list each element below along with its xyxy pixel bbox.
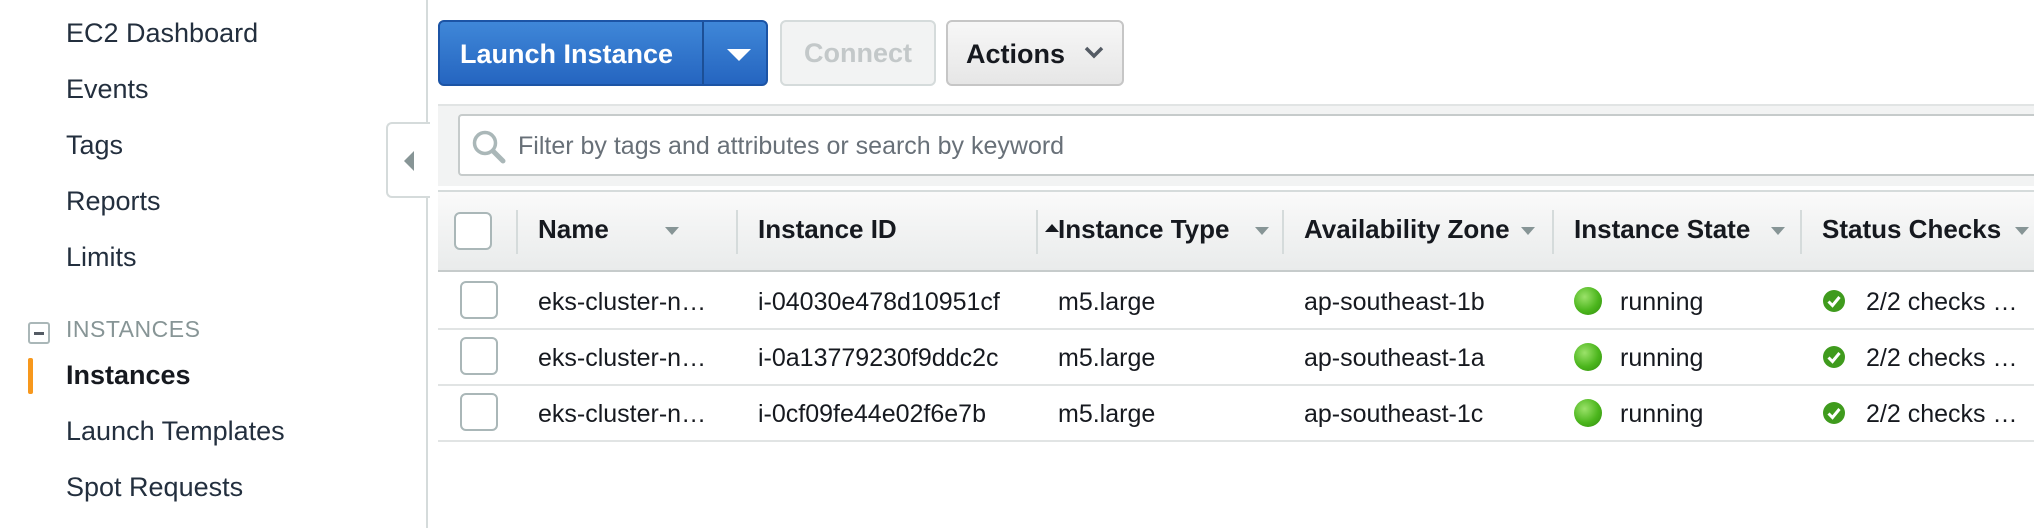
column-header-label: Name: [538, 214, 609, 244]
cell-name: eks-cluster-n…: [538, 344, 707, 372]
sort-down-icon: [2015, 227, 2029, 235]
button-divider: [702, 22, 704, 84]
select-all-checkbox[interactable]: [454, 212, 492, 250]
collapse-sidebar-button[interactable]: [386, 122, 430, 198]
cell-status-checks: 2/2 checks …: [1866, 344, 2018, 372]
launch-instance-label: Launch Instance: [460, 39, 674, 69]
search-icon: [472, 130, 506, 164]
column-header-availability-zone[interactable]: Availability Zone: [1284, 192, 1546, 270]
cell-instance-state: running: [1620, 400, 1704, 428]
cell-instance-type: m5.large: [1058, 344, 1156, 372]
cell-availability-zone: ap-southeast-1a: [1304, 344, 1485, 372]
cell-instance-id: i-04030e478d10951cf: [758, 288, 1000, 316]
cell-status-checks: 2/2 checks …: [1866, 400, 2018, 428]
sidebar-section-instances[interactable]: INSTANCES: [66, 316, 200, 343]
cell-availability-zone: ap-southeast-1b: [1304, 288, 1485, 316]
cell-instance-state: running: [1620, 288, 1704, 316]
sort-down-icon: [1255, 227, 1269, 235]
collapse-section-icon[interactable]: [28, 322, 50, 344]
column-header-status-checks[interactable]: Status Checks: [1802, 192, 2034, 270]
column-header-label: Instance ID: [758, 214, 897, 244]
caret-left-icon: [404, 151, 414, 171]
sidebar-item-events[interactable]: Events: [66, 74, 149, 105]
sidebar-item-launch-templates[interactable]: Launch Templates: [66, 416, 285, 447]
table-row[interactable]: eks-cluster-n… i-0a13779230f9ddc2c m5.la…: [438, 330, 2034, 386]
caret-down-icon[interactable]: [726, 47, 752, 63]
cell-name: eks-cluster-n…: [538, 288, 707, 316]
column-header-label: Status Checks: [1822, 214, 2002, 244]
column-header-label: Instance State: [1574, 214, 1751, 244]
column-header-label: Instance Type: [1058, 214, 1230, 244]
cell-instance-type: m5.large: [1058, 400, 1156, 428]
actions-label: Actions: [966, 39, 1066, 69]
status-dot-icon: [1574, 287, 1602, 315]
cell-status-checks: 2/2 checks …: [1866, 288, 2018, 316]
cell-instance-id: i-0a13779230f9ddc2c: [758, 344, 999, 372]
connect-button[interactable]: Connect: [780, 20, 936, 86]
search-input[interactable]: Filter by tags and attributes or search …: [458, 114, 2034, 176]
status-dot-icon: [1574, 399, 1602, 427]
actions-button[interactable]: Actions: [946, 20, 1124, 86]
sidebar-item-spot-requests[interactable]: Spot Requests: [66, 472, 243, 503]
row-checkbox[interactable]: [460, 337, 498, 375]
row-checkbox[interactable]: [460, 281, 498, 319]
sidebar-item-instances[interactable]: Instances: [66, 360, 191, 391]
sort-down-icon: [1521, 227, 1535, 235]
table-header: Name Instance ID Instance Type Availabil…: [438, 190, 2034, 272]
search-placeholder: Filter by tags and attributes or search …: [518, 132, 1065, 160]
cell-name: eks-cluster-n…: [538, 400, 707, 428]
table-row[interactable]: eks-cluster-n… i-0cf09fe44e02f6e7b m5.la…: [438, 386, 2034, 442]
sort-down-icon: [1771, 227, 1785, 235]
check-circle-icon: [1823, 402, 1845, 424]
sidebar-item-limits[interactable]: Limits: [66, 242, 137, 273]
column-header-instance-id[interactable]: Instance ID: [738, 192, 1059, 270]
column-header-label: Availability Zone: [1304, 214, 1510, 244]
column-header-instance-type[interactable]: Instance Type: [1038, 192, 1282, 270]
check-circle-icon: [1823, 290, 1845, 312]
sidebar: EC2 Dashboard Events Tags Reports Limits…: [0, 0, 428, 528]
cell-instance-type: m5.large: [1058, 288, 1156, 316]
sidebar-item-reports[interactable]: Reports: [66, 186, 161, 217]
sidebar-item-ec2-dashboard[interactable]: EC2 Dashboard: [66, 18, 258, 49]
column-header-instance-state[interactable]: Instance State: [1554, 192, 1798, 270]
active-indicator: [28, 358, 33, 394]
chevron-down-icon: [1084, 46, 1104, 59]
status-dot-icon: [1574, 343, 1602, 371]
table-row[interactable]: eks-cluster-n… i-04030e478d10951cf m5.la…: [438, 274, 2034, 330]
cell-instance-id: i-0cf09fe44e02f6e7b: [758, 400, 986, 428]
check-circle-icon: [1823, 346, 1845, 368]
column-header-name[interactable]: Name: [518, 192, 688, 270]
launch-instance-button[interactable]: Launch Instance: [438, 20, 768, 86]
cell-availability-zone: ap-southeast-1c: [1304, 400, 1484, 428]
cell-instance-state: running: [1620, 344, 1704, 372]
sort-down-icon: [665, 227, 679, 235]
row-checkbox[interactable]: [460, 393, 498, 431]
sidebar-item-tags[interactable]: Tags: [66, 130, 123, 161]
